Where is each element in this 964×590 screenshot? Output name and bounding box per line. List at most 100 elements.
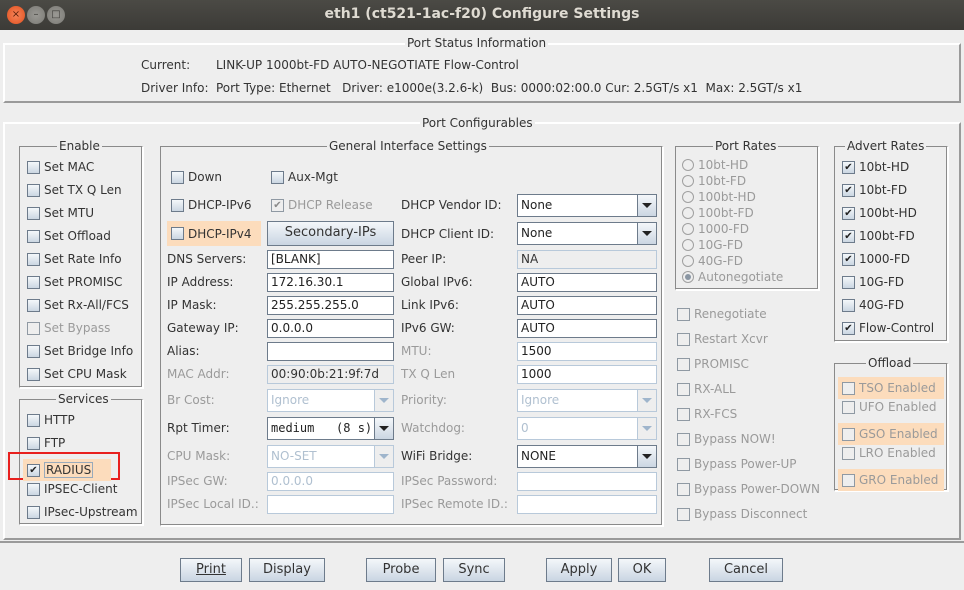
gateway-ip-input[interactable]: 0.0.0.0 xyxy=(267,319,394,338)
port-action-rx-fcs-checkbox[interactable]: RX-FCS xyxy=(677,407,737,421)
enable-set-bridge-info-checkbox[interactable]: Set Bridge Info xyxy=(27,344,133,358)
enable-set-cpu-mask-checkbox[interactable]: Set CPU Mask xyxy=(27,367,127,381)
title-bar: × – □ eth1 (ct521-1ac-f20) Configure Set… xyxy=(0,0,964,30)
wifi-bridge-select[interactable]: NONE xyxy=(517,445,657,468)
mtu-input[interactable]: 1500 xyxy=(517,342,657,361)
cpu-mask-select[interactable]: NO-SET xyxy=(267,445,394,468)
offload-gso-enabled-checkbox[interactable]: GSO Enabled xyxy=(838,423,944,445)
enable-set-rate-info-checkbox[interactable]: Set Rate Info xyxy=(27,252,122,266)
enable-legend: Enable xyxy=(57,139,102,153)
port-rate-40g-fd-radio[interactable]: 40G-FD xyxy=(682,254,743,268)
advert-10g-fd-checkbox[interactable]: 10G-FD xyxy=(842,275,904,289)
port-action-bypass-now-checkbox[interactable]: Bypass NOW! xyxy=(677,432,776,446)
dhcp-ipv4-checkbox[interactable]: DHCP-IPv4 xyxy=(167,221,261,246)
port-rate-label: 10bt-HD xyxy=(698,158,749,172)
port-action-renegotiate-checkbox[interactable]: Renegotiate xyxy=(677,307,767,321)
down-checkbox[interactable]: Down xyxy=(171,170,222,184)
port-rate-10bt-fd-radio[interactable]: 10bt-FD xyxy=(682,174,746,188)
probe-button[interactable]: Probe xyxy=(366,558,436,582)
offload-tso-enabled-checkbox[interactable]: TSO Enabled xyxy=(838,377,944,399)
port-action-restart-xcvr-checkbox[interactable]: Restart Xcvr xyxy=(677,332,768,346)
port-rate-100bt-fd-radio[interactable]: 100bt-FD xyxy=(682,206,754,220)
link-ipv6-input[interactable]: AUTO xyxy=(517,296,657,315)
offload-lro-enabled-checkbox[interactable]: LRO Enabled xyxy=(842,446,936,460)
dns-servers-input[interactable]: [BLANK] xyxy=(267,250,394,269)
service-ipsec-upstream-checkbox[interactable]: IPsec-Upstream xyxy=(27,505,138,519)
service-radius-checkbox[interactable]: ✔ RADIUS xyxy=(23,459,111,481)
port-action-renegotiate-label: Renegotiate xyxy=(694,307,767,321)
port-action-promisc-checkbox[interactable]: PROMISC xyxy=(677,357,749,371)
port-action-bypass-power-down-checkbox[interactable]: Bypass Power-DOWN xyxy=(677,482,820,496)
offload-ufo-enabled-checkbox[interactable]: UFO Enabled xyxy=(842,400,936,414)
dhcp-client-id-select[interactable]: None xyxy=(517,222,657,245)
enable-set-tx-q-len-checkbox[interactable]: Set TX Q Len xyxy=(27,183,122,197)
advert-40g-fd-checkbox[interactable]: 40G-FD xyxy=(842,298,904,312)
dhcp-vendor-id-value: None xyxy=(521,198,553,212)
offload-gro-enabled-checkbox[interactable]: GRO Enabled xyxy=(838,469,944,491)
ipv6-gw-input[interactable]: AUTO xyxy=(517,319,657,338)
enable-set-promisc-checkbox[interactable]: Set PROMISC xyxy=(27,275,122,289)
enable-set-offload-checkbox[interactable]: Set Offload xyxy=(27,229,111,243)
advert-1000-fd-checkbox[interactable]: ✔ 1000-FD xyxy=(842,252,910,266)
checkbox-box xyxy=(27,183,40,197)
mac-addr-input[interactable]: 00:90:0b:21:9f:7d xyxy=(267,365,394,384)
advert-flow-control-checkbox[interactable]: ✔ Flow-Control xyxy=(842,321,934,335)
peer-ip-input[interactable]: NA xyxy=(517,250,657,269)
enable-set-rx-all-fcs-checkbox[interactable]: Set Rx-All/FCS xyxy=(27,298,129,312)
rpt-timer-select[interactable]: medium (8 s) xyxy=(267,417,394,440)
advert-10bt-fd-checkbox[interactable]: ✔ 10bt-FD xyxy=(842,183,907,197)
watchdog-select[interactable]: 0 xyxy=(517,417,657,440)
ipsec-password-input[interactable] xyxy=(517,472,657,491)
advert-10bt-hd-checkbox[interactable]: ✔ 10bt-HD xyxy=(842,160,909,174)
checkbox-box xyxy=(27,482,40,496)
cancel-button[interactable]: Cancel xyxy=(709,558,783,582)
dhcp-release-checkbox[interactable]: ✔ DHCP Release xyxy=(271,198,373,212)
service-ipsec-client-checkbox[interactable]: IPSEC-Client xyxy=(27,482,117,496)
checkbox-box xyxy=(27,321,40,335)
dhcp-vendor-id-select[interactable]: None xyxy=(517,194,657,217)
priority-select[interactable]: Ignore xyxy=(517,389,657,412)
port-rate-100bt-hd-radio[interactable]: 100bt-HD xyxy=(682,190,756,204)
ip-address-input[interactable]: 172.16.30.1 xyxy=(267,273,394,292)
br-cost-select[interactable]: Ignore xyxy=(267,389,394,412)
port-action-bypass-disconnect-checkbox[interactable]: Bypass Disconnect xyxy=(677,507,807,521)
print-button[interactable]: Print xyxy=(180,558,242,582)
tx-q-len-label: TX Q Len xyxy=(401,367,456,381)
advert-100bt-fd-checkbox[interactable]: ✔ 100bt-FD xyxy=(842,229,915,243)
ok-button[interactable]: OK xyxy=(618,558,666,582)
button-bar-divider xyxy=(0,541,964,543)
secondary-ips-button[interactable]: Secondary-IPs xyxy=(267,221,394,246)
port-rate-10bt-hd-radio[interactable]: 10bt-HD xyxy=(682,158,748,172)
sync-button[interactable]: Sync xyxy=(443,558,505,582)
display-button[interactable]: Display xyxy=(249,558,325,582)
driver-info-label: Driver Info: xyxy=(141,81,209,95)
dhcp-ipv6-label: DHCP-IPv6 xyxy=(188,198,252,212)
tx-q-len-input[interactable]: 1000 xyxy=(517,365,657,384)
apply-button[interactable]: Apply xyxy=(546,558,612,582)
port-rate-autonegotiate-radio[interactable]: Autonegotiate xyxy=(682,270,783,284)
enable-set-bypass-checkbox[interactable]: Set Bypass xyxy=(27,321,110,335)
aux-mgt-checkbox[interactable]: Aux-Mgt xyxy=(271,170,338,184)
dhcp-ipv6-checkbox[interactable]: DHCP-IPv6 xyxy=(171,198,251,212)
port-action-rx-fcs-label: RX-FCS xyxy=(694,407,738,421)
alias-input[interactable] xyxy=(267,342,394,361)
global-ipv6-input[interactable]: AUTO xyxy=(517,273,657,292)
checkmark-icon: ✔ xyxy=(842,160,855,174)
checkbox-box xyxy=(27,275,40,289)
enable-set-mac-checkbox[interactable]: Set MAC xyxy=(27,160,94,174)
ipsec-remote-id-input[interactable] xyxy=(517,495,657,514)
service-ipsec-client-label: IPSEC-Client xyxy=(44,482,118,496)
advert-10g-fd-label: 10G-FD xyxy=(859,275,905,289)
advert-100bt-hd-checkbox[interactable]: ✔ 100bt-HD xyxy=(842,206,917,220)
port-action-bypass-power-up-checkbox[interactable]: Bypass Power-UP xyxy=(677,457,797,471)
ipsec-gw-input[interactable]: 0.0.0.0 xyxy=(267,472,394,491)
port-rate-1000-fd-radio[interactable]: 1000-FD xyxy=(682,222,749,236)
service-ftp-checkbox[interactable]: FTP xyxy=(27,436,65,450)
port-action-rx-all-checkbox[interactable]: RX-ALL xyxy=(677,382,736,396)
port-rate-10g-fd-radio[interactable]: 10G-FD xyxy=(682,238,743,252)
enable-set-mtu-checkbox[interactable]: Set MTU xyxy=(27,206,94,220)
peer-ip-label: Peer IP: xyxy=(401,252,447,266)
service-http-checkbox[interactable]: HTTP xyxy=(27,413,75,427)
ip-mask-input[interactable]: 255.255.255.0 xyxy=(267,296,394,315)
ipsec-local-id-input[interactable] xyxy=(267,495,394,514)
